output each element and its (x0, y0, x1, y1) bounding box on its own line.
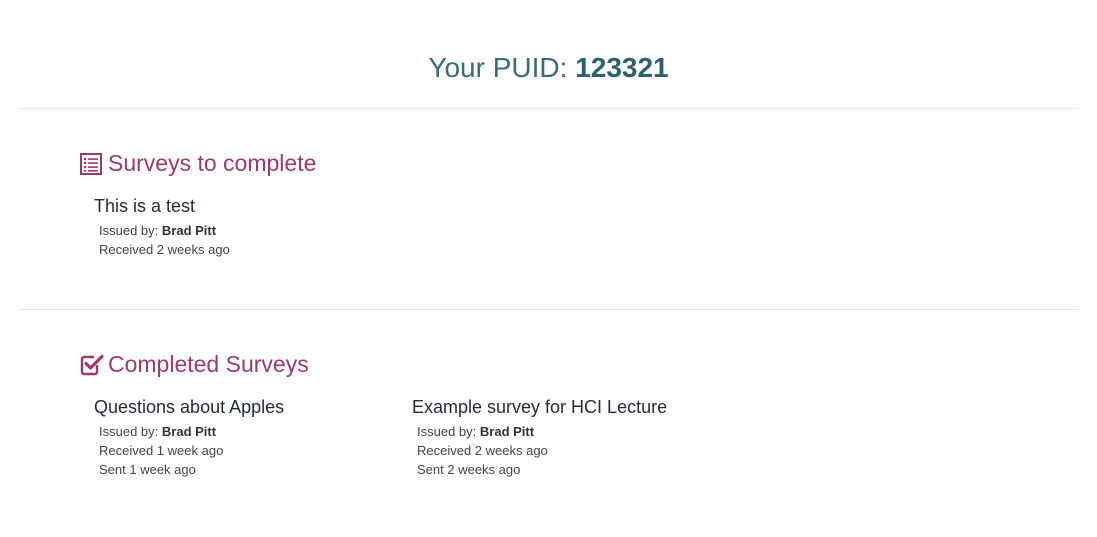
check-square-icon (80, 354, 104, 376)
survey-title[interactable]: Example survey for HCI Lecture (412, 397, 667, 418)
survey-issuer: Brad Pitt (479, 424, 535, 439)
puid-label: Your PUID: (428, 52, 568, 83)
section-title-to-complete: Surveys to complete (80, 150, 316, 177)
survey-title[interactable]: This is a test (94, 196, 230, 217)
puid-value: 123321 (575, 52, 669, 83)
survey-title[interactable]: Questions about Apples (94, 397, 284, 418)
list-icon (80, 152, 102, 175)
survey-issued-by: Issued by: Brad Pitt (99, 223, 217, 238)
survey-card-to-complete[interactable]: This is a test Issued by: Brad Pitt Rece… (94, 196, 230, 259)
survey-received: Received 2 weeks ago (99, 242, 230, 257)
survey-issued-by: Issued by: Brad Pitt (417, 424, 535, 439)
divider-top (19, 108, 1079, 109)
survey-issuer: Brad Pitt (161, 223, 217, 238)
survey-issuer: Brad Pitt (161, 424, 217, 439)
survey-sent: Sent 2 weeks ago (417, 462, 521, 477)
survey-card-completed-1[interactable]: Questions about Apples Issued by: Brad P… (94, 397, 284, 479)
survey-issued-by: Issued by: Brad Pitt (99, 424, 217, 439)
puid-header: Your PUID: 123321 (0, 52, 1097, 84)
section-title-label: Surveys to complete (108, 150, 317, 176)
survey-received: Received 2 weeks ago (417, 443, 548, 458)
survey-received: Received 1 week ago (99, 443, 224, 458)
section-title-completed: Completed Surveys (80, 351, 309, 378)
survey-sent: Sent 1 week ago (99, 462, 196, 477)
section-title-label: Completed Surveys (108, 351, 309, 377)
divider-middle (19, 309, 1079, 310)
survey-card-completed-2[interactable]: Example survey for HCI Lecture Issued by… (412, 397, 667, 479)
